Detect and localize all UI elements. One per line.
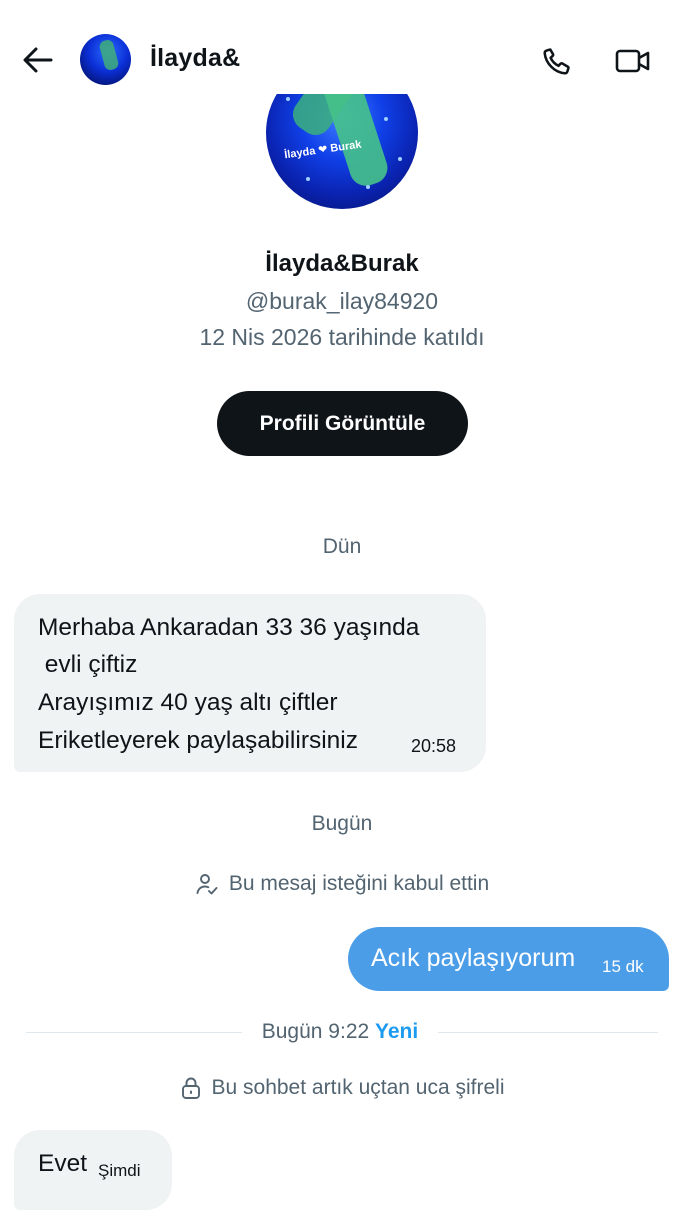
message-line: evli çiftiz bbox=[38, 651, 138, 678]
arrow-left-icon bbox=[23, 47, 53, 73]
person-check-icon bbox=[196, 874, 218, 895]
phone-icon bbox=[543, 48, 570, 75]
header-mask bbox=[240, 40, 450, 94]
back-button[interactable] bbox=[18, 40, 58, 80]
message-time: Şimdi bbox=[98, 1161, 141, 1180]
incoming-message-bubble[interactable]: Evet Şimdi bbox=[14, 1130, 172, 1210]
video-call-button[interactable] bbox=[612, 40, 654, 82]
message-line: Eriketleyerek paylaşabilirsiniz bbox=[38, 727, 358, 754]
message-text: Acık paylaşıyorum bbox=[371, 944, 576, 972]
video-camera-icon bbox=[615, 49, 650, 73]
encryption-text: Bu sohbet artık uçtan uca şifreli bbox=[211, 1076, 505, 1099]
date-separator-yesterday: Dün bbox=[322, 535, 362, 558]
message-text: Evet bbox=[38, 1150, 88, 1177]
date-separator-today: Bugün bbox=[311, 812, 373, 835]
message-line: Merhaba Ankaradan 33 36 yaşında bbox=[38, 614, 420, 641]
header-avatar[interactable] bbox=[80, 34, 131, 85]
call-button[interactable] bbox=[536, 40, 578, 82]
divider-timestamp: Bugün 9:22 bbox=[261, 1020, 370, 1043]
new-badge: Yeni bbox=[375, 1020, 419, 1043]
message-time: 15 dk bbox=[602, 957, 644, 976]
outgoing-message-bubble[interactable]: Acık paylaşıyorum 15 dk bbox=[348, 927, 669, 991]
request-accepted-text: Bu mesaj isteğini kabul ettin bbox=[228, 872, 490, 895]
profile-joined-date: 12 Nis 2026 tarihinde katıldı bbox=[199, 324, 485, 350]
message-line: Arayışımız 40 yaş altı çiftler bbox=[38, 689, 338, 716]
profile-handle: @burak_ilay84920 bbox=[245, 288, 439, 314]
message-time: 20:58 bbox=[411, 736, 457, 756]
new-messages-label: Bugün 9:22 Yeni bbox=[242, 1020, 438, 1044]
view-profile-button[interactable]: Profili Görüntüle bbox=[217, 391, 468, 456]
request-accepted-notice: Bu mesaj isteğini kabul ettin bbox=[0, 872, 684, 896]
encryption-notice: Bu sohbet artık uçtan uca şifreli bbox=[0, 1076, 684, 1100]
profile-name: İlayda&Burak bbox=[265, 250, 419, 277]
lock-icon bbox=[181, 1077, 200, 1099]
incoming-message-bubble[interactable]: Merhaba Ankaradan 33 36 yaşında evli çif… bbox=[14, 594, 486, 772]
